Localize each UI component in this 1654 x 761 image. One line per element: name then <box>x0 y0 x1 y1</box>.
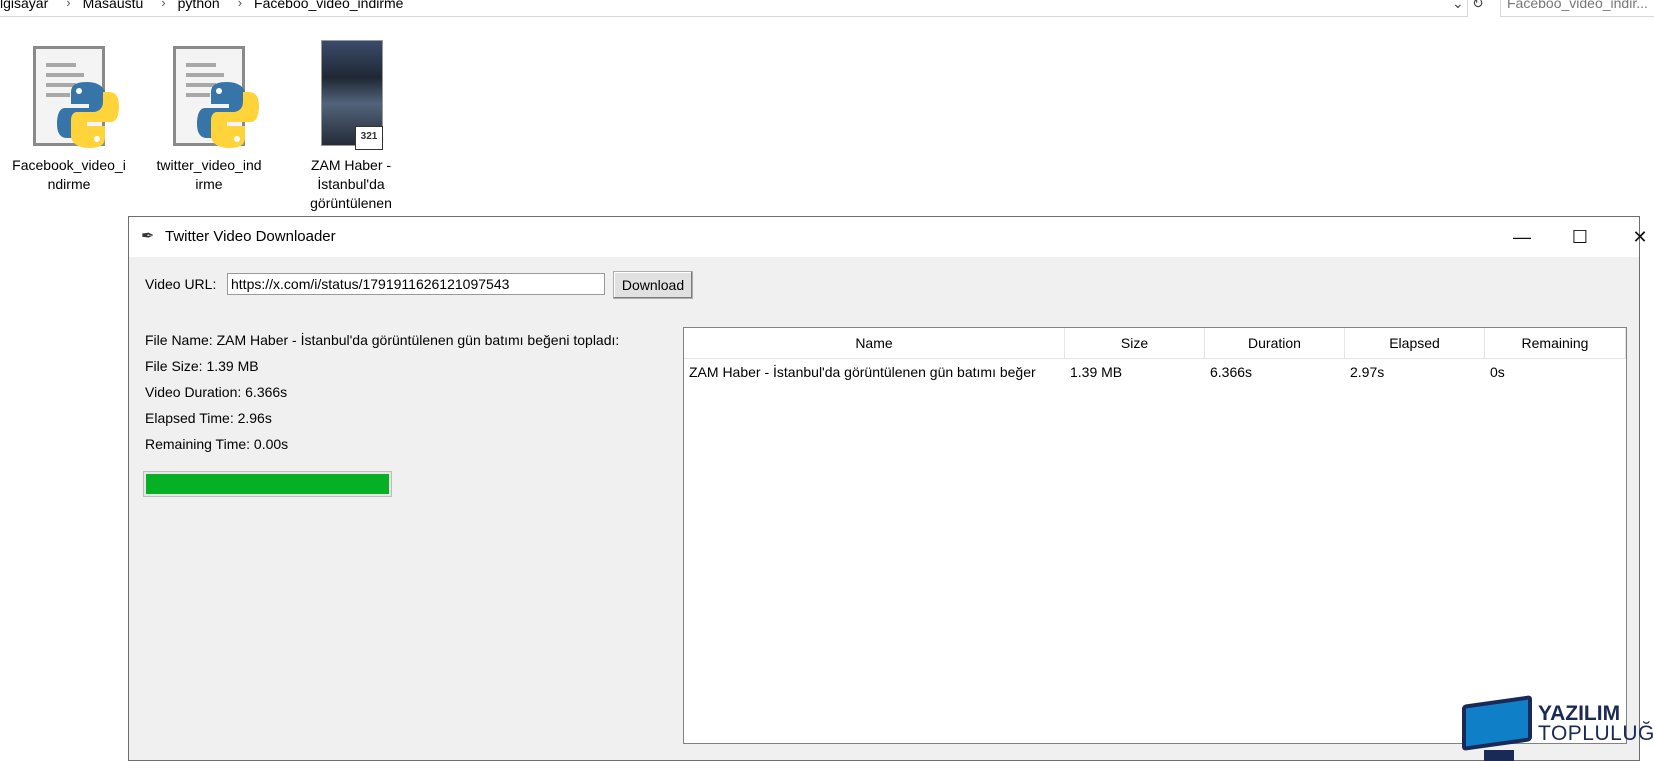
file-name-label: İstanbul'da <box>317 176 385 192</box>
url-input[interactable] <box>227 273 605 295</box>
table-row[interactable]: ZAM Haber - İstanbul'da görüntülenen gün… <box>684 359 1626 385</box>
column-header-duration[interactable]: Duration <box>1205 328 1345 358</box>
download-button[interactable]: Download <box>613 271 693 299</box>
download-progress-bar <box>143 471 392 497</box>
breadcrumb-item[interactable]: Faceboo_video_indirme <box>254 0 409 10</box>
column-header-size[interactable]: Size <box>1065 328 1205 358</box>
cell-size: 1.39 MB <box>1070 364 1123 380</box>
maximize-button[interactable]: ☐ <box>1551 217 1609 257</box>
python-file-icon <box>19 40 119 152</box>
progress-fill <box>146 474 389 494</box>
explorer-address-bar[interactable]: lgisayar › Masaustu › python › Faceboo_v… <box>0 0 1654 18</box>
breadcrumb-item[interactable]: Masaustu <box>83 0 150 10</box>
logo-text-line2: TOPLULUĞU <box>1538 722 1654 745</box>
chevron-right-icon: › <box>161 0 166 10</box>
file-item-facebook-video-indirme[interactable]: Facebook_video_i ndirme <box>4 40 134 194</box>
chevron-right-icon: › <box>237 0 243 10</box>
elapsed-time-info: Elapsed Time: 2.96s <box>145 410 272 426</box>
file-name-label: irme <box>195 176 223 192</box>
window-titlebar[interactable]: ✒ Twitter Video Downloader — ☐ ✕ <box>129 217 1648 257</box>
search-input[interactable]: Faceboo_video_indir... <box>1500 0 1654 17</box>
video-file-icon: 321 <box>301 40 401 152</box>
file-name-label: görüntülenen <box>310 195 392 211</box>
cell-remaining: 0s <box>1490 364 1505 380</box>
column-header-elapsed[interactable]: Elapsed <box>1345 328 1485 358</box>
cell-elapsed: 2.97s <box>1350 364 1385 380</box>
downloader-window: ✒ Twitter Video Downloader — ☐ ✕ Video U… <box>128 216 1648 761</box>
table-header: Name Size Duration Elapsed Remaining <box>684 328 1626 359</box>
cell-duration: 6.366s <box>1210 364 1253 380</box>
download-history-table[interactable]: Name Size Duration Elapsed Remaining ZAM… <box>683 327 1627 744</box>
file-item-twitter-video-indirme[interactable]: twitter_video_ind irme <box>144 40 274 194</box>
file-name-info: File Name: ZAM Haber - İstanbul'da görün… <box>145 332 620 348</box>
column-header-name[interactable]: Name <box>684 328 1065 358</box>
window-title: Twitter Video Downloader <box>165 228 336 245</box>
minimize-button[interactable]: — <box>1493 217 1551 257</box>
refresh-icon[interactable]: ↻ <box>1472 0 1484 10</box>
tk-feather-icon: ✒ <box>141 228 155 245</box>
file-size-info: File Size: 1.39 MB <box>145 358 259 374</box>
logo-text-line1: YAZILIM <box>1538 702 1621 725</box>
file-name-label: Facebook_video_i <box>12 157 126 173</box>
video-duration-info: Video Duration: 6.366s <box>145 384 288 400</box>
breadcrumb: lgisayar › Masaustu › python › Faceboo_v… <box>0 0 409 10</box>
file-name-label: ZAM Haber - <box>310 157 392 173</box>
python-file-icon <box>159 40 259 152</box>
file-name-label: ndirme <box>47 176 91 192</box>
breadcrumb-item[interactable]: lgisayar <box>0 0 54 10</box>
watermark-logo: YAZILIM TOPLULUĞU <box>1462 695 1654 761</box>
chevron-down-icon[interactable]: ⌄ <box>1452 0 1464 10</box>
close-button[interactable]: ✕ <box>1611 217 1654 257</box>
monitor-stand <box>1484 750 1514 761</box>
url-label: Video URL: <box>145 276 217 292</box>
cell-name: ZAM Haber - İstanbul'da görüntülenen gün… <box>689 364 1036 380</box>
column-header-remaining[interactable]: Remaining <box>1485 328 1626 358</box>
breadcrumb-item[interactable]: python <box>178 0 226 10</box>
monitor-logo-icon <box>1462 695 1532 751</box>
chevron-right-icon: › <box>66 0 71 10</box>
media-player-badge-icon: 321 <box>355 126 383 150</box>
file-name-label: twitter_video_ind <box>156 157 262 173</box>
remaining-time-info: Remaining Time: 0.00s <box>145 436 289 452</box>
file-item-zam-haber-video[interactable]: 321 ZAM Haber - İstanbul'da görüntülenen <box>286 40 416 213</box>
